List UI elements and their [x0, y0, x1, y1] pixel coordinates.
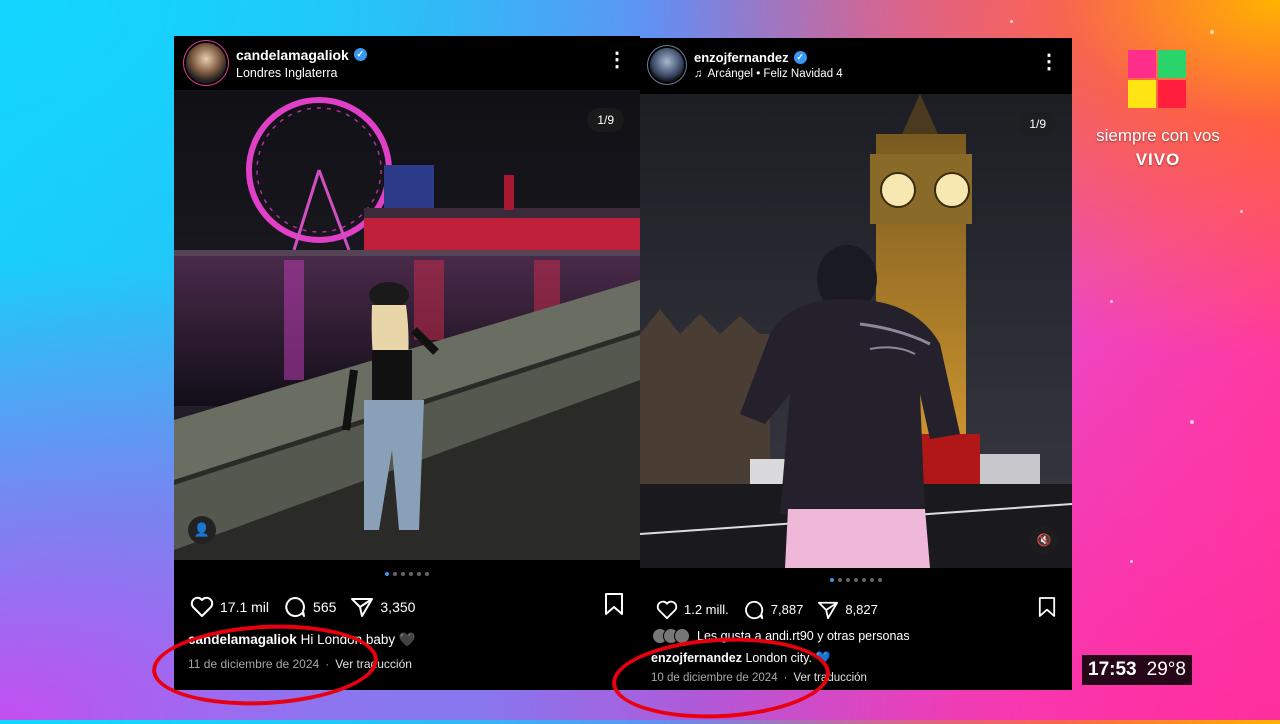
- send-icon: [351, 597, 374, 617]
- share-count: 3,350: [380, 598, 416, 615]
- more-vertical-icon[interactable]: ⋮: [607, 50, 627, 70]
- post-actions: 17.1 mil 565 3,350: [190, 592, 624, 621]
- speaker-muted-icon[interactable]: 🔇: [1030, 526, 1058, 554]
- london-eye-night-photo: [174, 90, 640, 560]
- instagram-post-candelamagaliok: candelamagaliok ✓ Londres Inglaterra ⋮ 1…: [174, 36, 640, 690]
- music-note-icon: ♫: [694, 68, 703, 80]
- username-text[interactable]: candelamagaliok: [236, 47, 349, 63]
- location-label[interactable]: Londres Inglaterra: [236, 66, 367, 80]
- comment-count: 7,887: [770, 602, 804, 617]
- audio-label[interactable]: ♫ Arcángel • Feliz Navidad 4: [694, 68, 843, 80]
- username[interactable]: candelamagaliok ✓: [236, 47, 367, 63]
- sparkle-decoration: [1110, 300, 1113, 303]
- comment-icon: [744, 600, 763, 619]
- carousel-dot: [846, 578, 850, 582]
- like-count: 17.1 mil: [220, 598, 270, 615]
- username-text[interactable]: enzojfernandez: [694, 50, 789, 65]
- post-actions: 1.2 mill. 7,887 8,827: [656, 596, 1056, 623]
- like-button[interactable]: 1.2 mill.: [656, 600, 729, 620]
- verified-badge-icon: ✓: [793, 51, 807, 64]
- clock-weather-box: 17:53 29°8: [1082, 655, 1192, 685]
- comment-icon: [285, 596, 306, 617]
- carousel-dot: [409, 572, 413, 576]
- carousel-dot: [862, 578, 866, 582]
- more-vertical-icon[interactable]: ⋮: [1039, 52, 1059, 72]
- post-meta: enzojfernandez ✓ ♫ Arcángel • Feliz Navi…: [694, 50, 843, 80]
- post-photo[interactable]: 1/9 🔇: [640, 94, 1072, 568]
- carousel-dot: [878, 578, 882, 582]
- carousel-dot: [838, 578, 842, 582]
- share-count: 8,827: [845, 602, 878, 617]
- avatar[interactable]: [186, 43, 226, 83]
- post-header: enzojfernandez ✓ ♫ Arcángel • Feliz Navi…: [640, 38, 1072, 92]
- carousel-counter: 1/9: [1019, 112, 1056, 136]
- comment-count: 565: [313, 598, 337, 615]
- sparkle-decoration: [1010, 20, 1013, 23]
- verified-badge-icon: ✓: [353, 48, 367, 61]
- heart-icon: [190, 596, 214, 617]
- carousel-dot: [870, 578, 874, 582]
- carousel-indicator: [640, 578, 1072, 582]
- avatar[interactable]: [650, 48, 684, 82]
- sparkle-decoration: [1130, 560, 1133, 563]
- save-button[interactable]: [1038, 596, 1056, 623]
- carousel-dot: [417, 572, 421, 576]
- temperature: 29°8: [1146, 659, 1186, 680]
- bookmark-icon: [605, 593, 623, 615]
- heart-icon: [656, 600, 678, 619]
- share-button[interactable]: 8,827: [817, 600, 878, 620]
- carousel-indicator: [174, 572, 640, 576]
- like-count: 1.2 mill.: [684, 602, 729, 617]
- big-ben-night-photo: [640, 94, 1072, 568]
- sparkle-decoration: [1210, 30, 1214, 34]
- post-header: candelamagaliok ✓ Londres Inglaterra ⋮: [174, 36, 640, 90]
- carousel-dot: [830, 578, 834, 582]
- carousel-counter: 1/9: [587, 108, 624, 132]
- instagram-post-enzojfernandez: enzojfernandez ✓ ♫ Arcángel • Feliz Navi…: [640, 38, 1072, 690]
- comment-button[interactable]: 7,887: [743, 599, 804, 621]
- audio-text[interactable]: Arcángel • Feliz Navidad 4: [708, 68, 843, 80]
- share-button[interactable]: 3,350: [350, 596, 415, 618]
- sparkle-decoration: [1240, 210, 1243, 213]
- username[interactable]: enzojfernandez ✓: [694, 50, 843, 65]
- post-meta: candelamagaliok ✓ Londres Inglaterra: [236, 47, 367, 80]
- save-button[interactable]: [604, 592, 624, 621]
- comment-button[interactable]: 565: [283, 595, 336, 619]
- carousel-dot: [401, 572, 405, 576]
- carousel-dot: [385, 572, 389, 576]
- location-text[interactable]: Londres Inglaterra: [236, 66, 337, 80]
- clock-time: 17:53: [1088, 659, 1137, 680]
- sparkle-decoration: [1190, 420, 1194, 424]
- channel-logo: [1128, 50, 1186, 108]
- send-icon: [818, 601, 839, 619]
- channel-tagline: siempre con vos: [1096, 126, 1220, 145]
- live-label: VIVO: [1135, 150, 1181, 169]
- bookmark-icon: [1038, 597, 1056, 617]
- user-tag-icon[interactable]: 👤: [188, 516, 216, 544]
- carousel-dot: [425, 572, 429, 576]
- carousel-dot: [854, 578, 858, 582]
- post-photo[interactable]: 1/9 👤: [174, 90, 640, 560]
- carousel-dot: [393, 572, 397, 576]
- like-button[interactable]: 17.1 mil: [190, 596, 269, 618]
